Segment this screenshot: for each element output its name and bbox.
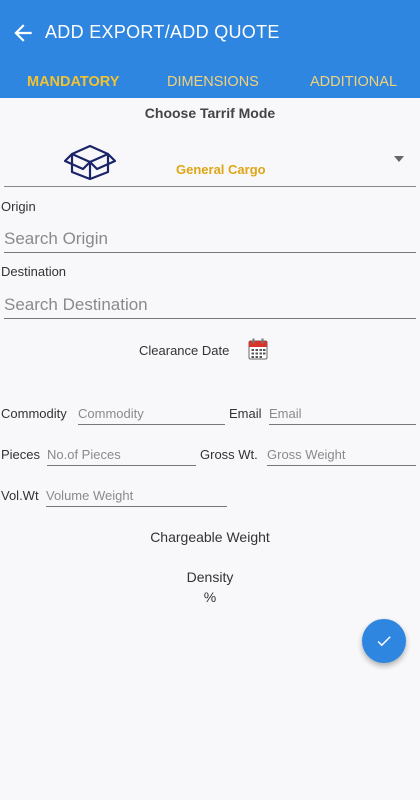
commodity-input[interactable] xyxy=(78,403,225,425)
check-icon xyxy=(377,636,391,647)
tab-additional[interactable]: ADDITIONAL xyxy=(310,74,397,90)
tarrif-mode-dropdown[interactable]: General Cargo xyxy=(4,140,416,187)
app-bar: ADD EXPORT/ADD QUOTE MANDATORY DIMENSION… xyxy=(0,0,420,98)
pieces-input[interactable] xyxy=(47,444,196,466)
origin-label: Origin xyxy=(1,199,36,214)
volume-weight-input[interactable] xyxy=(46,485,227,507)
chargeable-weight-label: Chargeable Weight xyxy=(150,529,270,545)
origin-input[interactable] xyxy=(4,225,416,253)
volume-weight-label: Vol.Wt xyxy=(1,488,39,503)
destination-label: Destination xyxy=(1,264,67,279)
box-icon xyxy=(63,144,117,180)
back-button[interactable] xyxy=(10,20,36,46)
destination-input[interactable] xyxy=(4,291,416,319)
tab-dimensions[interactable]: DIMENSIONS xyxy=(167,74,259,90)
gross-weight-input[interactable] xyxy=(267,444,416,466)
gross-weight-label: Gross Wt. xyxy=(200,447,258,462)
density-label: Density xyxy=(186,569,234,585)
density-unit: % xyxy=(203,589,217,605)
email-input[interactable] xyxy=(269,403,416,425)
tarrif-mode-label: Choose Tarrif Mode xyxy=(144,105,276,121)
arrow-left-icon xyxy=(14,24,32,42)
chevron-down-icon xyxy=(394,156,404,162)
page-title: ADD EXPORT/ADD QUOTE xyxy=(45,22,280,42)
tarrif-mode-value: General Cargo xyxy=(176,162,266,177)
submit-button[interactable] xyxy=(362,619,406,663)
pieces-label: Pieces xyxy=(1,447,41,462)
tab-mandatory[interactable]: MANDATORY xyxy=(27,74,119,90)
clearance-date-label: Clearance Date xyxy=(139,343,230,358)
calendar-icon[interactable] xyxy=(248,338,268,360)
email-label: Email xyxy=(229,406,262,421)
tab-bar: MANDATORY DIMENSIONS ADDITIONAL xyxy=(0,64,420,98)
commodity-label: Commodity xyxy=(1,406,67,421)
